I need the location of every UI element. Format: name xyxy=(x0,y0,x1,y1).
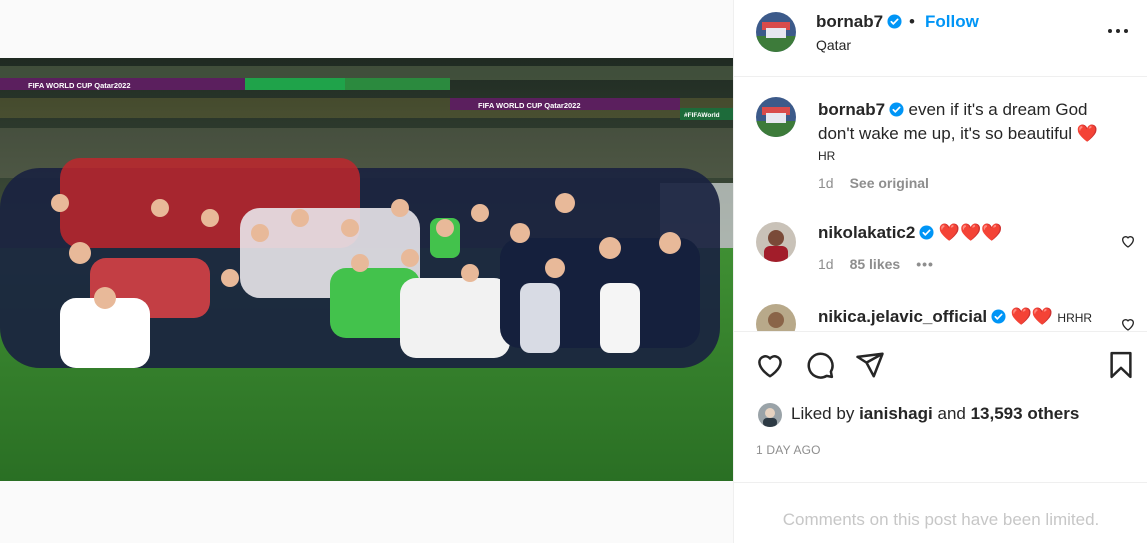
post-details: bornab7 • Follow Qatar bornab7 even if i… xyxy=(733,0,1147,543)
verified-badge-icon xyxy=(889,102,904,117)
see-original-button[interactable]: See original xyxy=(850,175,929,191)
post-header: bornab7 • Follow Qatar xyxy=(734,0,1147,77)
share-icon[interactable] xyxy=(855,350,885,380)
post-actions: Liked by ianishagi and 13,593 others 1 D… xyxy=(734,331,1147,542)
commenter-username[interactable]: nikolakatic2 xyxy=(818,223,915,242)
like-icon[interactable] xyxy=(755,350,785,380)
caption-age: 1d xyxy=(818,175,834,191)
comment-age: 1d xyxy=(818,256,834,272)
comment-emoji: ❤️❤️❤️ xyxy=(938,223,1003,242)
like-comment-icon[interactable] xyxy=(1120,233,1136,249)
caption-username[interactable]: bornab7 xyxy=(818,100,885,119)
banner-far-right-text: #FIFAWorld xyxy=(684,112,720,119)
commenter-avatar[interactable] xyxy=(756,304,796,331)
comment-meta: 1d 85 likes ••• xyxy=(818,256,934,272)
commenter-avatar[interactable] xyxy=(756,222,796,262)
comment-suffix: HRHR xyxy=(1057,311,1093,325)
verified-badge-icon xyxy=(991,309,1006,324)
more-options-icon[interactable] xyxy=(1106,23,1130,39)
comment-likes[interactable]: 85 likes xyxy=(850,256,901,272)
caption-avatar[interactable] xyxy=(756,97,796,137)
like-comment-icon[interactable] xyxy=(1120,316,1136,331)
liked-others-link[interactable]: 13,593 others xyxy=(971,404,1080,423)
comments-limited-notice: Comments on this post have been limited. xyxy=(782,510,1100,529)
liked-prefix: Liked by xyxy=(791,404,855,423)
author-username[interactable]: bornab7 xyxy=(816,12,902,32)
translation-tag: HR xyxy=(818,149,836,163)
caption-meta: 1d See original xyxy=(818,175,929,191)
media-pane: FIFA WORLD CUP Qatar2022 FIFA WORLD CUP … xyxy=(0,0,733,543)
post-timestamp[interactable]: 1 DAY AGO xyxy=(756,443,821,457)
follow-button[interactable]: Follow xyxy=(925,12,979,32)
separator-dot: • xyxy=(909,12,915,31)
liked-and: and xyxy=(937,404,966,423)
comment-body: nikica.jelavic_official ❤️❤️ HRHR xyxy=(818,307,1092,327)
author-username-text[interactable]: bornab7 xyxy=(816,12,883,31)
caption-heart-emoji: ❤️ xyxy=(1076,124,1098,143)
liked-user-link[interactable]: ianishagi xyxy=(859,404,933,423)
comment-limited-bar: Comments on this post have been limited. xyxy=(734,482,1147,543)
verified-badge-icon xyxy=(887,14,902,29)
comment-body: nikolakatic2 ❤️❤️❤️ xyxy=(818,223,1002,243)
commenter-username[interactable]: nikica.jelavic_official xyxy=(818,307,987,326)
author-avatar[interactable] xyxy=(756,12,796,52)
comment-icon[interactable] xyxy=(805,350,835,380)
post-photo[interactable]: FIFA WORLD CUP Qatar2022 FIFA WORLD CUP … xyxy=(0,58,733,481)
banner-right-text: FIFA WORLD CUP Qatar2022 xyxy=(478,101,581,110)
verified-badge-icon xyxy=(919,225,934,240)
caption-body: bornab7 even if it's a dream God don't w… xyxy=(818,98,1118,146)
banner-left-text: FIFA WORLD CUP Qatar2022 xyxy=(28,81,131,90)
liked-by: Liked by ianishagi and 13,593 others xyxy=(791,404,1079,424)
location-link[interactable]: Qatar xyxy=(816,37,851,53)
comment-more-button[interactable]: ••• xyxy=(916,256,934,272)
liker-avatar[interactable] xyxy=(758,403,782,427)
save-icon[interactable] xyxy=(1106,350,1136,380)
comment-emoji: ❤️❤️ xyxy=(1010,307,1053,326)
comments-list: bornab7 even if it's a dream God don't w… xyxy=(734,78,1147,331)
